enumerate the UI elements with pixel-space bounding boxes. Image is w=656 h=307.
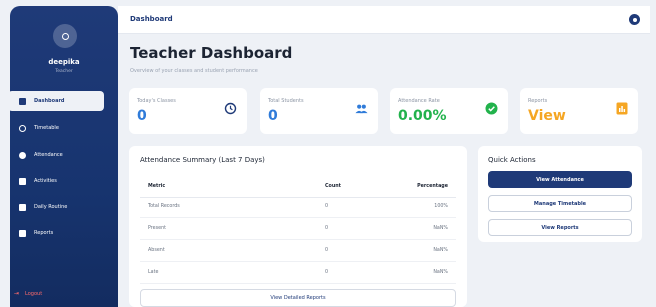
topbar: Dashboard — [118, 6, 650, 34]
table-cell: Present — [148, 226, 166, 231]
sidebar-item-activities[interactable]: Activities — [8, 171, 104, 191]
table-row: Absent 0 NaN% — [140, 240, 456, 262]
clock-icon — [18, 124, 26, 132]
stat-value: 0.00% — [398, 108, 447, 124]
clipboard-icon — [18, 177, 26, 185]
table-header: Metric Count Percentage — [140, 176, 456, 198]
table-cell: 0 — [325, 248, 329, 253]
column-header: Metric — [148, 184, 166, 189]
table-cell: NaN% — [433, 226, 448, 231]
quick-actions-title: Quick Actions — [488, 156, 536, 164]
sidebar-item-timetable[interactable]: Timetable — [8, 118, 104, 138]
table-cell: NaN% — [433, 270, 448, 275]
sidebar-item-daily-routine[interactable]: Daily Routine — [8, 197, 104, 217]
sidebar-item-label: Reports — [34, 230, 54, 236]
sidebar-item-reports[interactable]: Reports — [8, 223, 104, 243]
sidebar-item-label: Daily Routine — [34, 204, 68, 210]
table-row: Total Records 0 100% — [140, 196, 456, 218]
user-menu-button[interactable] — [629, 14, 640, 25]
sidebar-item-label: Timetable — [34, 125, 59, 131]
chart-icon — [615, 102, 628, 115]
avatar — [53, 24, 77, 48]
stat-card-reports[interactable]: Reports View — [520, 88, 638, 134]
clock-icon — [224, 102, 237, 115]
check-circle-icon — [485, 102, 498, 115]
sidebar-item-attendance[interactable]: Attendance — [8, 145, 104, 165]
column-header: Percentage — [417, 184, 448, 189]
table-cell: Absent — [148, 248, 165, 253]
sidebar-item-label: Activities — [34, 178, 57, 184]
sidebar-item-label: Dashboard — [34, 98, 65, 104]
table-cell: 0 — [325, 204, 329, 209]
stat-label: Total Students — [268, 98, 304, 104]
view-attendance-button[interactable]: View Attendance — [488, 171, 632, 188]
logout-icon: ⇥ — [14, 290, 20, 297]
stat-value: View — [528, 108, 566, 124]
user-role: Teacher — [55, 69, 73, 74]
table-cell: Total Records — [148, 204, 180, 209]
sidebar-item-label: Attendance — [34, 152, 63, 158]
view-detailed-reports-button[interactable]: View Detailed Reports — [140, 289, 456, 307]
stat-label: Today's Classes — [137, 98, 176, 104]
view-reports-button[interactable]: View Reports — [488, 219, 632, 236]
user-name: deepika — [48, 58, 80, 66]
stat-value: 0 — [268, 108, 278, 124]
stat-value: 0 — [137, 108, 147, 124]
table-cell: 100% — [434, 204, 448, 209]
column-header: Count — [325, 184, 341, 189]
user-icon — [61, 32, 69, 40]
table-cell: 0 — [325, 226, 329, 231]
table-cell: Late — [148, 270, 159, 275]
stat-card-attendance-rate: Attendance Rate 0.00% — [390, 88, 508, 134]
stat-label: Attendance Rate — [398, 98, 440, 104]
table-cell: 0 — [325, 270, 329, 275]
manage-timetable-button[interactable]: Manage Timetable — [488, 195, 632, 212]
topbar-title: Dashboard — [130, 15, 173, 23]
check-circle-icon — [18, 151, 26, 159]
table-row: Late 0 NaN% — [140, 262, 456, 284]
attendance-summary-title: Attendance Summary (Last 7 Days) — [140, 156, 265, 164]
stat-card-todays-classes: Today's Classes 0 — [129, 88, 247, 134]
users-icon — [355, 102, 368, 115]
grid-icon — [18, 97, 26, 105]
stat-card-total-students: Total Students 0 — [260, 88, 378, 134]
page-subtitle: Overview of your classes and student per… — [130, 68, 258, 74]
logout-button[interactable]: ⇥ Logout — [14, 290, 42, 297]
chart-icon — [18, 229, 26, 237]
page-title: Teacher Dashboard — [130, 44, 293, 62]
table-cell: NaN% — [433, 248, 448, 253]
sidebar-item-dashboard[interactable]: Dashboard — [8, 91, 104, 111]
calendar-icon — [18, 203, 26, 211]
stat-label: Reports — [528, 98, 548, 104]
logout-label: Logout — [25, 290, 43, 297]
table-row: Present 0 NaN% — [140, 218, 456, 240]
